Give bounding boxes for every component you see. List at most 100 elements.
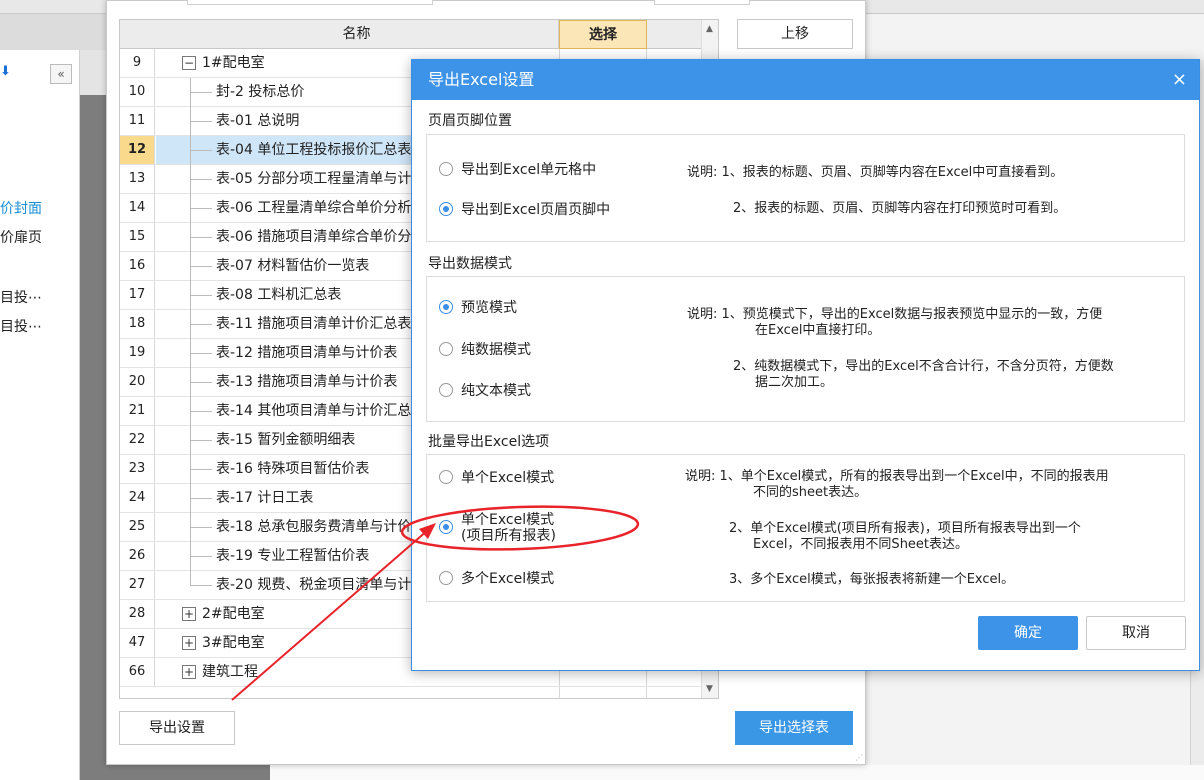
tree-item-title-page[interactable]: 价扉页 bbox=[0, 227, 42, 247]
tree-item-project-bid-1[interactable]: 目投⋯ bbox=[0, 287, 42, 307]
column-header-name[interactable]: 名称 bbox=[155, 20, 559, 49]
ok-button[interactable]: 确定 bbox=[978, 616, 1078, 650]
row-name: 表-18 总承包服务费清单与计价表 bbox=[216, 519, 426, 535]
row-name: 表-13 措施项目清单与计价表 bbox=[216, 374, 398, 390]
option-label: 导出到Excel单元格中 bbox=[461, 162, 597, 178]
export-settings-button[interactable]: 导出设置 bbox=[119, 711, 235, 745]
row-number: 14 bbox=[120, 194, 155, 222]
description-line: 说明: 1、报表的标题、页眉、页脚等内容在Excel中可直接看到。 bbox=[687, 165, 1064, 180]
radio-pure-text-mode[interactable] bbox=[439, 383, 453, 397]
move-up-button[interactable]: 上移 bbox=[737, 19, 853, 49]
row-number: 25 bbox=[120, 513, 155, 541]
tree-line bbox=[190, 281, 212, 296]
collapse-icon[interactable]: − bbox=[182, 56, 196, 70]
tree-line bbox=[190, 571, 212, 586]
row-name: 表-05 分部分项工程量清单与计价表 bbox=[216, 171, 440, 187]
option-export-to-cell[interactable]: 导出到Excel单元格中 bbox=[439, 159, 596, 181]
tree-line bbox=[190, 513, 212, 528]
cancel-button[interactable]: 取消 bbox=[1086, 616, 1186, 650]
option-label: 预览模式 bbox=[461, 300, 517, 316]
tree-line bbox=[190, 252, 212, 267]
option-pure-data-mode[interactable]: 纯数据模式 bbox=[439, 339, 531, 361]
tree-item-project-bid-2[interactable]: 目投⋯ bbox=[0, 316, 42, 336]
description-line: 说明: 1、预览模式下，导出的Excel数据与报表预览中显示的一致，方便 bbox=[687, 307, 1103, 322]
tree-line bbox=[190, 368, 212, 383]
section-batch-export-label: 批量导出Excel选项 bbox=[428, 434, 550, 450]
close-icon[interactable]: × bbox=[1172, 60, 1187, 100]
export-excel-settings-dialog: 导出Excel设置 × 页眉页脚位置 导出到Excel单元格中 导出到Excel… bbox=[411, 59, 1200, 671]
description-line: Excel，不同报表用不同Sheet表达。 bbox=[753, 537, 969, 552]
radio-preview-mode[interactable] bbox=[439, 300, 453, 314]
radio-export-to-cell[interactable] bbox=[439, 162, 453, 176]
tree-line bbox=[190, 484, 212, 499]
radio-pure-data-mode[interactable] bbox=[439, 342, 453, 356]
option-label-line2: (项目所有报表) bbox=[461, 528, 556, 544]
row-number: 66 bbox=[120, 658, 155, 686]
option-single-excel[interactable]: 单个Excel模式 bbox=[439, 467, 554, 489]
row-name: 表-06 措施项目清单综合单价分析表 bbox=[216, 229, 440, 245]
row-number: 47 bbox=[120, 629, 155, 657]
row-name: 表-15 暂列金额明细表 bbox=[216, 432, 356, 448]
option-label: 纯文本模式 bbox=[461, 383, 531, 399]
option-export-to-header-footer[interactable]: 导出到Excel页眉页脚中 bbox=[439, 199, 610, 221]
row-name: 表-07 材料暂估价一览表 bbox=[216, 258, 370, 274]
option-preview-mode[interactable]: 预览模式 bbox=[439, 297, 517, 319]
scroll-down-icon[interactable]: ▼ bbox=[706, 684, 713, 694]
tree-line bbox=[190, 107, 212, 122]
option-label-line1: 单个Excel模式 bbox=[461, 512, 555, 528]
top-input-right[interactable] bbox=[654, 0, 750, 5]
column-header-select[interactable]: 选择 bbox=[559, 20, 647, 49]
section-batch-export: 单个Excel模式 单个Excel模式 (项目所有报表) 多个Excel模式 说… bbox=[426, 454, 1185, 602]
row-number: 16 bbox=[120, 252, 155, 280]
row-number: 27 bbox=[120, 571, 155, 599]
description-line: 说明: 1、单个Excel模式，所有的报表导出到一个Excel中，不同的报表用 bbox=[685, 469, 1109, 484]
description-line: 2、单个Excel模式(项目所有报表)，项目所有报表导出到一个 bbox=[729, 521, 1081, 536]
row-number: 13 bbox=[120, 165, 155, 193]
option-pure-text-mode[interactable]: 纯文本模式 bbox=[439, 380, 531, 402]
status-strip bbox=[270, 765, 1204, 780]
tree-item-cover[interactable]: 价封面 bbox=[0, 198, 42, 218]
report-tree-panel: ⬇ « 价封面 价扉页 目投⋯ 目投⋯ bbox=[0, 50, 80, 780]
top-input[interactable] bbox=[187, 0, 433, 5]
row-name: 表-14 其他项目清单与计价汇总表 bbox=[216, 403, 426, 419]
description-line: 在Excel中直接打印。 bbox=[755, 323, 881, 338]
scroll-up-icon[interactable]: ▲ bbox=[706, 24, 713, 34]
tree-line bbox=[190, 310, 212, 325]
resize-grip-icon[interactable]: ⋰ bbox=[855, 753, 863, 762]
row-number: 28 bbox=[120, 600, 155, 628]
row-name: 表-04 单位工程投标报价汇总表 bbox=[216, 142, 412, 158]
radio-single-excel[interactable] bbox=[439, 470, 453, 484]
section-header-footer-label: 页眉页脚位置 bbox=[428, 113, 512, 129]
tree-line bbox=[190, 397, 212, 412]
expand-icon[interactable]: + bbox=[182, 607, 196, 621]
expand-icon[interactable]: + bbox=[182, 636, 196, 650]
radio-export-to-header-footer[interactable] bbox=[439, 202, 453, 216]
row-number: 19 bbox=[120, 339, 155, 367]
radio-single-excel-all-reports[interactable] bbox=[439, 520, 453, 534]
row-number: 11 bbox=[120, 107, 155, 135]
export-selected-button[interactable]: 导出选择表 bbox=[735, 711, 853, 745]
radio-multiple-excel[interactable] bbox=[439, 571, 453, 585]
description-line: 2、报表的标题、页眉、页脚等内容在打印预览时可看到。 bbox=[733, 201, 1067, 216]
row-name: 3#配电室 bbox=[202, 635, 265, 651]
row-number: 21 bbox=[120, 397, 155, 425]
description-line: 据二次加工。 bbox=[755, 375, 834, 390]
row-name: 表-11 措施项目清单计价汇总表 bbox=[216, 316, 412, 332]
tree-line bbox=[190, 426, 212, 441]
option-label: 多个Excel模式 bbox=[461, 571, 555, 587]
row-name: 表-06 工程量清单综合单价分析表 bbox=[216, 200, 426, 216]
row-name: 表-01 总说明 bbox=[216, 113, 300, 129]
row-name: 表-16 特殊项目暂估价表 bbox=[216, 461, 370, 477]
tree-line bbox=[190, 339, 212, 354]
dialog-title: 导出Excel设置 bbox=[428, 70, 535, 89]
collapse-panel-button[interactable]: « bbox=[50, 64, 72, 84]
row-name: 建筑工程 bbox=[202, 664, 258, 680]
row-number: 17 bbox=[120, 281, 155, 309]
row-number: 15 bbox=[120, 223, 155, 251]
row-number: 12 bbox=[120, 136, 155, 164]
tree-line bbox=[190, 455, 212, 470]
expand-icon[interactable]: + bbox=[182, 665, 196, 679]
arrow-down-icon[interactable]: ⬇ bbox=[0, 64, 11, 79]
option-multiple-excel[interactable]: 多个Excel模式 bbox=[439, 568, 554, 590]
row-number: 26 bbox=[120, 542, 155, 570]
